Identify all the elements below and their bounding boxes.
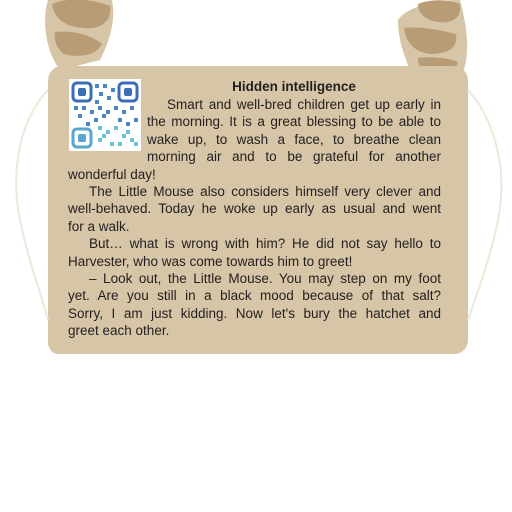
story-line: wake up, to wash a face, to breathe clea… — [147, 131, 441, 147]
story-line: greet each other. — [68, 323, 170, 339]
story-line: well-behaved. Today he woke up early as … — [68, 201, 441, 217]
story-line: the morning. It is a great blessing to b… — [147, 114, 441, 130]
story-line: yet. Are you still in a black mood becau… — [68, 288, 441, 304]
story-paragraph-2: The Little Mouse also considers himself … — [68, 183, 441, 235]
story-line: Harvester, who was come towards him to g… — [68, 253, 353, 269]
story-paragraph-3: But… what is wrong with him? He did not … — [68, 235, 441, 270]
story-paragraph-4: – Look out, the Little Mouse. You may st… — [68, 270, 441, 340]
story-line: – Look out, the Little Mouse. You may st… — [89, 271, 441, 286]
story-line: morning air and to be grateful for anoth… — [147, 149, 441, 165]
story-line: for a walk. — [68, 218, 130, 234]
qr-code-icon — [69, 79, 141, 151]
story-paragraph-1: Smart and well-bred children get up earl… — [147, 96, 441, 166]
page-title: Hidden intelligence — [232, 79, 356, 94]
story-line: wonderful day! — [68, 166, 156, 182]
story-line: Sorry, I am just kidding. Now let's bury… — [68, 305, 441, 321]
story-paragraph-1-cont: wonderful day! — [68, 166, 441, 183]
story-line: But… what is wrong with him? He did not … — [89, 236, 441, 252]
story-line: The Little Mouse also considers himself … — [89, 184, 441, 199]
story-line: Smart and well-bred children get up earl… — [167, 97, 441, 112]
